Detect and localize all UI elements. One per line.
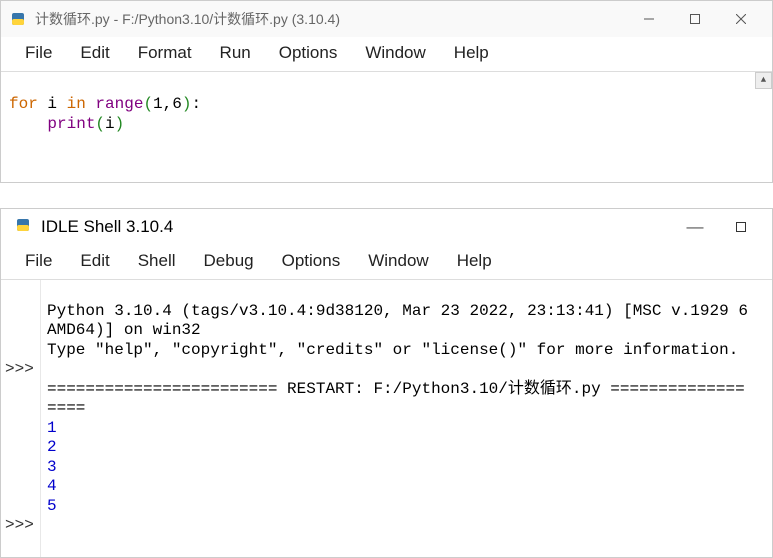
menu-edit[interactable]: Edit [66,41,123,65]
prompt-marker: >>> [5,516,34,534]
prompt-blank [5,321,15,339]
minimize-button[interactable] [626,1,672,37]
prompt-blank [5,399,15,417]
python-file-icon [9,10,27,28]
minimize-button[interactable]: — [672,209,718,245]
maximize-button[interactable] [718,209,764,245]
shell-banner: AMD64)] on win32 [47,321,201,339]
scroll-up-button[interactable]: ▲ [755,72,772,89]
menu-debug[interactable]: Debug [190,249,268,273]
menu-format[interactable]: Format [124,41,206,65]
editor-window: 计数循环.py - F:/Python3.10/计数循环.py (3.10.4)… [0,0,773,183]
shell-window-controls: — [672,209,764,245]
shell-banner: Type "help", "copyright", "credits" or "… [47,341,738,359]
code-paren: ( [143,95,153,113]
code-paren: ( [95,115,105,133]
prompt-blank [5,302,15,320]
shell-restart: ======================== RESTART: F:/Pyt… [47,380,745,398]
output-column: Python 3.10.4 (tags/v3.10.4:9d38120, Mar… [41,280,772,557]
menu-help[interactable]: Help [440,41,503,65]
shell-blank [47,360,57,378]
prompt-blank [5,497,15,515]
editor-window-controls [626,1,764,37]
shell-output: 3 [47,458,57,476]
python-shell-icon [15,217,31,238]
code-text: 1,6 [153,95,182,113]
prompt-blank [5,419,15,437]
menu-file[interactable]: File [11,41,66,65]
shell-output: 5 [47,497,57,515]
menu-run[interactable]: Run [206,41,265,65]
shell-title: IDLE Shell 3.10.4 [41,217,672,237]
code-text [9,115,47,133]
code-keyword-in: in [67,95,86,113]
editor-titlebar[interactable]: 计数循环.py - F:/Python3.10/计数循环.py (3.10.4) [1,1,772,37]
code-text: : [191,95,201,113]
maximize-button[interactable] [672,1,718,37]
prompt-column: >>> >>> [1,280,41,557]
prompt-blank [5,477,15,495]
shell-body[interactable]: >>> >>> Python 3.10.4 (tags/v3.10.4:9d38… [1,279,772,557]
menu-edit[interactable]: Edit [66,249,123,273]
menu-window[interactable]: Window [354,249,442,273]
shell-output: 4 [47,477,57,495]
menu-options[interactable]: Options [268,249,355,273]
prompt-blank [5,458,15,476]
shell-titlebar[interactable]: IDLE Shell 3.10.4 — [1,209,772,245]
editor-menubar: File Edit Format Run Options Window Help [1,37,772,71]
code-paren: ) [115,115,125,133]
code-builtin-print: print [47,115,95,133]
code-builtin-range: range [86,95,144,113]
prompt-blank [5,380,15,398]
prompt-blank [5,341,15,359]
shell-output: 1 [47,419,57,437]
menu-help[interactable]: Help [443,249,506,273]
close-button[interactable] [718,1,764,37]
prompt-blank [5,438,15,456]
prompt-marker: >>> [5,360,34,378]
shell-restart-tail: ==== [47,399,85,417]
code-text: i [38,95,67,113]
shell-output: 2 [47,438,57,456]
editor-title: 计数循环.py - F:/Python3.10/计数循环.py (3.10.4) [35,9,626,29]
code-keyword-for: for [9,95,38,113]
shell-window: IDLE Shell 3.10.4 — File Edit Shell Debu… [0,208,773,558]
code-text: i [105,115,115,133]
menu-window[interactable]: Window [351,41,439,65]
shell-menubar: File Edit Shell Debug Options Window Hel… [1,245,772,279]
menu-shell[interactable]: Shell [124,249,190,273]
minimize-glyph: — [687,217,704,237]
code-editor[interactable]: for i in range(1,6): print(i) ▲ [1,71,772,182]
menu-file[interactable]: File [11,249,66,273]
menu-options[interactable]: Options [265,41,352,65]
shell-banner: Python 3.10.4 (tags/v3.10.4:9d38120, Mar… [47,302,748,320]
